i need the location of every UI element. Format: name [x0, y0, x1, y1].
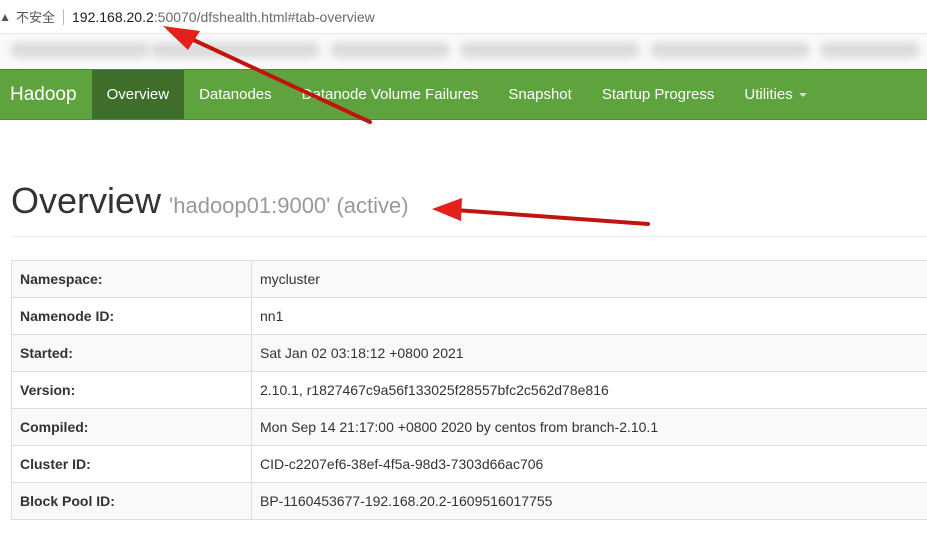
table-row: Block Pool ID: BP-1160453677-192.168.20.…: [11, 482, 927, 520]
row-label-block-pool-id: Block Pool ID:: [11, 482, 252, 520]
table-row: Namespace: mycluster: [11, 260, 927, 298]
row-label-cluster-id: Cluster ID:: [11, 445, 252, 483]
table-row: Cluster ID: CID-c2207ef6-38ef-4f5a-98d3-…: [11, 445, 927, 483]
url-host: 192.168.20.2: [72, 8, 154, 25]
page-header: Overview 'hadoop01:9000' (active): [11, 180, 927, 237]
nav-snapshot[interactable]: Snapshot: [493, 70, 586, 119]
page-title: Overview: [11, 180, 162, 221]
nav-utilities-label: Utilities: [744, 86, 793, 103]
url-path: :50070/dfshealth.html#tab-overview: [153, 8, 375, 25]
namenode-status-subtitle: 'hadoop01:9000' (active): [169, 193, 409, 218]
security-label[interactable]: 不安全: [16, 7, 55, 26]
row-label-namenode-id: Namenode ID:: [11, 297, 252, 335]
row-label-version: Version:: [11, 371, 252, 409]
url-text[interactable]: 192.168.20.2:50070/dfshealth.html#tab-ov…: [72, 9, 375, 25]
caret-down-icon: [798, 92, 807, 97]
row-value-version: 2.10.1, r1827467c9a56f133025f28557bfc2c5…: [251, 371, 927, 409]
address-divider: [63, 8, 65, 25]
overview-info-table: Namespace: mycluster Namenode ID: nn1 St…: [11, 260, 927, 520]
row-value-cluster-id: CID-c2207ef6-38ef-4f5a-98d3-7303d66ac706: [251, 445, 927, 483]
address-bar[interactable]: ▲ 不安全 192.168.20.2:50070/dfshealth.html#…: [0, 0, 927, 34]
row-label-compiled: Compiled:: [11, 408, 252, 446]
nav-utilities-dropdown[interactable]: Utilities: [729, 70, 821, 119]
nav-datanode-volume-failures[interactable]: Datanode Volume Failures: [287, 70, 494, 119]
row-label-namespace: Namespace:: [11, 260, 252, 298]
table-row: Namenode ID: nn1: [11, 297, 927, 335]
row-value-started: Sat Jan 02 03:18:12 +0800 2021: [251, 334, 927, 372]
row-label-started: Started:: [11, 334, 252, 372]
main-navbar: Hadoop Overview Datanodes Datanode Volum…: [0, 69, 927, 120]
row-value-block-pool-id: BP-1160453677-192.168.20.2-1609516017755: [251, 482, 927, 520]
table-row: Started: Sat Jan 02 03:18:12 +0800 2021: [11, 334, 927, 372]
browser-page: ▲ 不安全 192.168.20.2:50070/dfshealth.html#…: [0, 0, 927, 549]
table-row: Version: 2.10.1, r1827467c9a56f133025f28…: [11, 371, 927, 409]
row-value-compiled: Mon Sep 14 21:17:00 +0800 2020 by centos…: [251, 408, 927, 446]
nav-datanodes[interactable]: Datanodes: [184, 70, 287, 119]
nav-startup-progress[interactable]: Startup Progress: [587, 70, 730, 119]
table-row: Compiled: Mon Sep 14 21:17:00 +0800 2020…: [11, 408, 927, 446]
row-value-namespace: mycluster: [251, 260, 927, 298]
row-value-namenode-id: nn1: [251, 297, 927, 335]
warning-icon[interactable]: ▲: [0, 10, 11, 24]
brand-logo[interactable]: Hadoop: [0, 70, 92, 119]
blurred-bookmarks-bar: [0, 34, 927, 68]
nav-overview[interactable]: Overview: [91, 70, 185, 119]
